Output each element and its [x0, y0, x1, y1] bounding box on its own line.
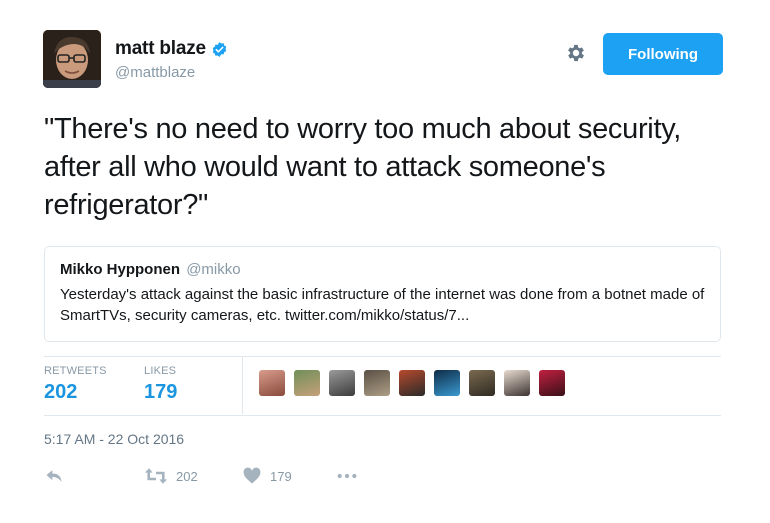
retweet-icon [144, 468, 168, 484]
likes-label: LIKES [144, 365, 177, 377]
liker-avatar[interactable] [294, 370, 320, 396]
more-button[interactable] [336, 466, 358, 486]
likes-count: 179 [144, 381, 178, 403]
verified-badge-icon [212, 41, 227, 57]
reply-button[interactable] [44, 466, 64, 486]
liker-avatar[interactable] [434, 370, 460, 396]
following-button[interactable]: Following [603, 33, 723, 75]
retweet-count: 202 [176, 468, 198, 484]
liker-avatar[interactable] [364, 370, 390, 396]
likes-stat[interactable]: LIKES 179 [144, 365, 177, 404]
quoted-author-handle: @mikko [186, 261, 241, 278]
liker-avatar[interactable] [539, 370, 565, 396]
liker-avatar[interactable] [504, 370, 530, 396]
tweet-timestamp[interactable]: 5:17 AM - 22 Oct 2016 [44, 431, 184, 447]
liker-avatar[interactable] [469, 370, 495, 396]
more-dots-icon [337, 473, 357, 479]
heart-icon [243, 467, 261, 484]
liker-avatar[interactable] [399, 370, 425, 396]
liker-facepile [259, 370, 574, 396]
tweet-stats: RETWEETS 202 LIKES 179 [44, 356, 721, 416]
author-avatar[interactable] [43, 30, 101, 88]
author-handle[interactable]: @mattblaze [115, 64, 195, 81]
like-count: 179 [270, 468, 292, 484]
quoted-tweet-text: Yesterday's attack against the basic inf… [60, 286, 705, 324]
tweet-text: "There's no need to worry too much about… [44, 113, 682, 221]
like-button[interactable]: 179 [242, 466, 292, 486]
quoted-tweet[interactable]: Mikko Hypponen @mikko Yesterday's attack… [44, 246, 721, 342]
quoted-tweet-header: Mikko Hypponen @mikko [60, 261, 705, 278]
retweets-label: RETWEETS [44, 365, 107, 377]
author-display-name[interactable]: matt blaze [115, 38, 206, 60]
quoted-author-name: Mikko Hypponen [60, 261, 181, 278]
retweets-stat[interactable]: RETWEETS 202 [44, 365, 107, 404]
liker-avatar[interactable] [259, 370, 285, 396]
author-name-row[interactable]: matt blaze [115, 38, 228, 60]
gear-icon[interactable] [565, 42, 587, 64]
liker-avatar[interactable] [329, 370, 355, 396]
reply-icon [46, 470, 62, 482]
retweet-button[interactable]: 202 [144, 466, 198, 486]
stats-divider [242, 357, 243, 414]
retweets-count: 202 [44, 381, 78, 403]
